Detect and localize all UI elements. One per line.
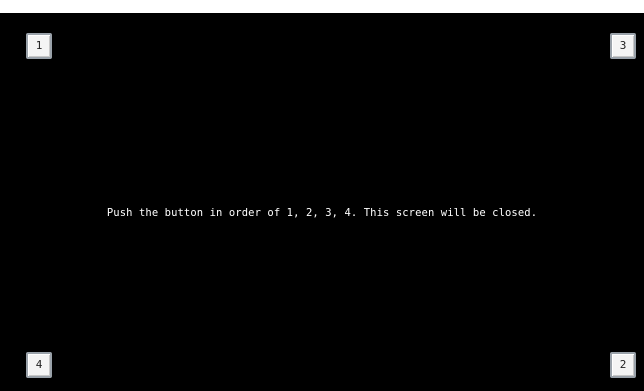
corner-button-3[interactable]: 3	[610, 33, 636, 59]
corner-button-4[interactable]: 4	[26, 352, 52, 378]
top-strip	[0, 0, 644, 13]
corner-button-2[interactable]: 2	[610, 352, 636, 378]
instruction-text: Push the button in order of 1, 2, 3, 4. …	[106, 207, 538, 219]
close-confirmation-screen: Push the button in order of 1, 2, 3, 4. …	[0, 13, 644, 391]
corner-button-1[interactable]: 1	[26, 33, 52, 59]
